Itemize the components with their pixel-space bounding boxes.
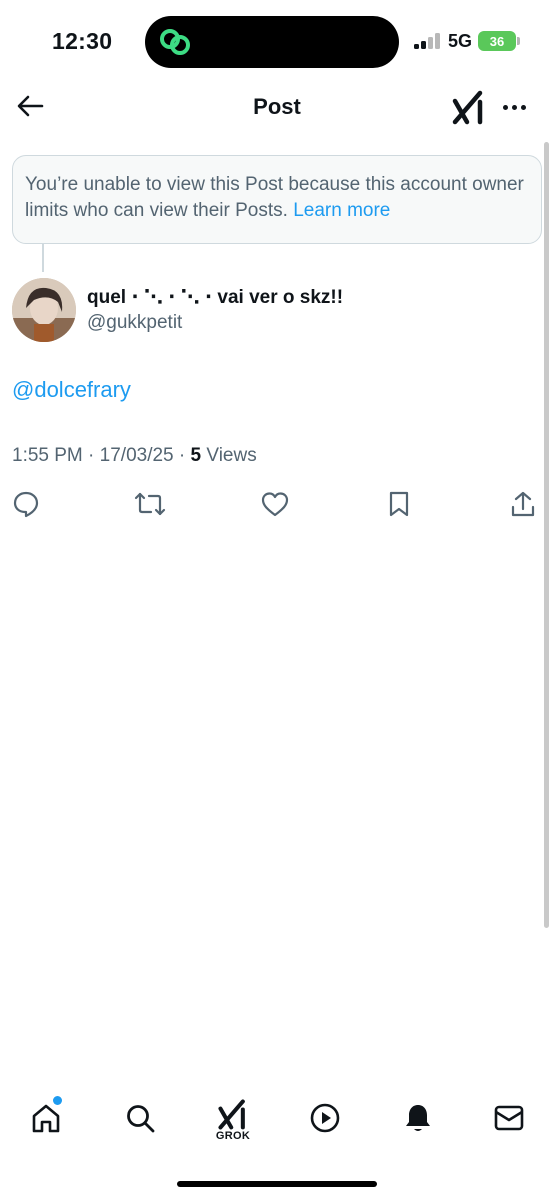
- bookmark-button[interactable]: [383, 488, 415, 520]
- post-header: Post: [0, 82, 554, 132]
- post-time: 1:55 PM: [12, 445, 83, 466]
- grok-icon: [452, 90, 483, 125]
- battery-level: 36: [489, 33, 505, 49]
- share-button[interactable]: [507, 488, 539, 520]
- home-notification-dot: [53, 1096, 62, 1105]
- nav-search[interactable]: [117, 1094, 163, 1142]
- author-display-name[interactable]: quel ⋅ ⋱ ⋅ ⋱ ⋅ vai ver o skz!!: [87, 286, 343, 309]
- author-handle[interactable]: @gukkpetit: [87, 312, 182, 334]
- more-horizontal-icon: [502, 104, 508, 110]
- notifications-icon: [406, 1105, 430, 1131]
- signal-icon: [414, 33, 442, 49]
- grok-label: GROK: [215, 1130, 251, 1142]
- avatar-image: [12, 278, 76, 342]
- battery-tip: [517, 37, 520, 45]
- meta-separator: ·: [88, 445, 95, 466]
- nav-video[interactable]: [302, 1094, 348, 1142]
- messages-icon: [494, 1105, 524, 1131]
- home-indicator[interactable]: [177, 1181, 377, 1187]
- bottom-navigation: [0, 1090, 554, 1150]
- search-icon: [127, 1105, 155, 1133]
- status-bar: 12:30 5G 36: [0, 0, 554, 80]
- more-button[interactable]: [498, 92, 530, 122]
- grok-button[interactable]: [450, 88, 488, 126]
- status-time: 12:30: [52, 28, 113, 54]
- like-icon: [261, 492, 289, 517]
- avatar[interactable]: [12, 278, 76, 342]
- video-icon: [310, 1103, 340, 1133]
- post-date: 17/03/25: [99, 445, 174, 466]
- meta-separator: ·: [178, 445, 186, 466]
- bookmark-icon: [389, 491, 409, 517]
- views-count: 5: [190, 445, 202, 466]
- battery-icon: 36: [478, 31, 516, 51]
- repost-icon: [134, 492, 166, 516]
- home-icon: [32, 1104, 60, 1133]
- mention-link[interactable]: @dolcefrary: [12, 377, 131, 403]
- network-type: 5G: [448, 31, 473, 51]
- like-button[interactable]: [259, 488, 291, 520]
- restricted-post-notice: You’re unable to view this Post because …: [12, 155, 542, 244]
- nav-messages[interactable]: [486, 1094, 532, 1142]
- scrollbar[interactable]: [544, 142, 549, 928]
- repost-button[interactable]: [134, 488, 166, 520]
- notice-text: You’re unable to view this Post because …: [25, 174, 524, 221]
- thread-connector: [42, 244, 44, 272]
- link-activity-icon: [160, 29, 190, 55]
- views-label[interactable]: Views: [206, 445, 256, 466]
- reply-button[interactable]: [10, 488, 42, 520]
- dynamic-island: [145, 16, 399, 68]
- nav-notifications[interactable]: [395, 1094, 441, 1142]
- reply-icon: [13, 491, 39, 518]
- share-icon: [511, 491, 535, 517]
- nav-home[interactable]: [23, 1094, 69, 1142]
- grok-icon: [218, 1099, 245, 1130]
- post-actions: [0, 488, 554, 520]
- post-metadata: 1:55 PM · 17/03/25 · 5 Views: [12, 445, 257, 467]
- learn-more-link[interactable]: Learn more: [293, 200, 390, 221]
